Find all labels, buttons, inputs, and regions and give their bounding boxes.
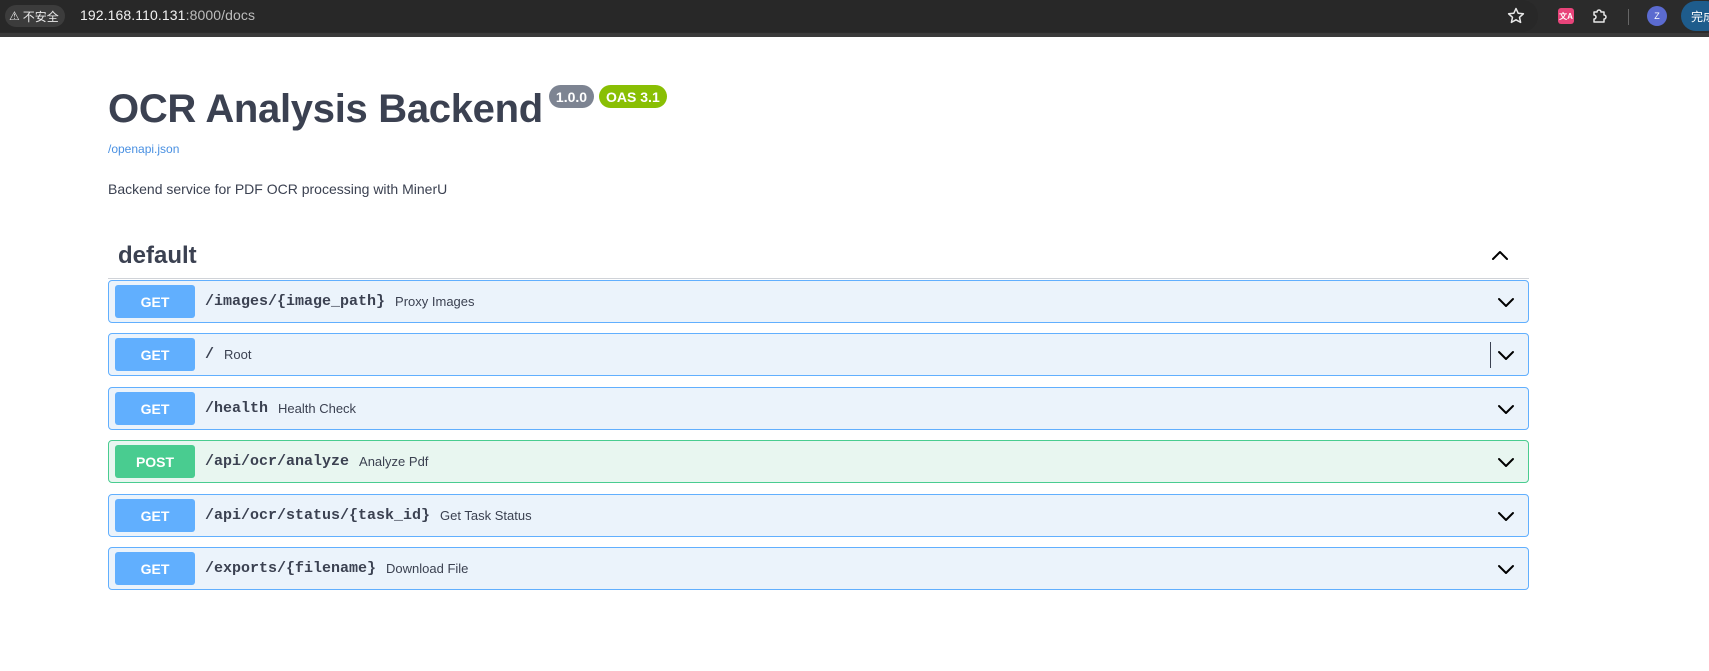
hover-divider (1490, 342, 1491, 368)
openapi-json-link[interactable]: /openapi.json (108, 142, 179, 156)
operation-path: /api/ocr/status/{task_id} (205, 507, 431, 524)
tag-title: default (118, 242, 197, 269)
method-badge: GET (115, 552, 195, 585)
operation-path: /api/ocr/analyze (205, 453, 350, 470)
operation-get-health[interactable]: GET /health Health Check (108, 387, 1529, 430)
operation-get-images[interactable]: GET /images/{image_path} Proxy Images (108, 280, 1529, 323)
chevron-up-icon[interactable] (1487, 243, 1513, 269)
security-indicator[interactable]: ⚠ 不安全 (5, 5, 65, 27)
operation-path: / (205, 346, 215, 363)
api-description: Backend service for PDF OCR processing w… (108, 181, 448, 197)
oas-badge: OAS 3.1 (599, 85, 667, 108)
method-badge: GET (115, 338, 195, 371)
url-path: :8000/docs (185, 7, 256, 23)
chevron-down-icon[interactable] (1494, 557, 1518, 581)
operation-path: /health (205, 400, 269, 417)
chevron-down-icon[interactable] (1494, 504, 1518, 528)
extensions-puzzle-icon[interactable] (1590, 6, 1610, 26)
toolbar-separator (1628, 9, 1629, 25)
operation-post-analyze[interactable]: POST /api/ocr/analyze Analyze Pdf (108, 440, 1529, 483)
translate-extension-icon[interactable]: 文A (1556, 6, 1576, 26)
operation-get-root[interactable]: GET / Root (108, 333, 1529, 376)
browser-toolbar: ⚠ 不安全 192.168.110.131:8000/docs 文A Z 完成 (0, 0, 1709, 37)
operation-summary: Get Task Status (440, 508, 532, 523)
info-header: OCR Analysis Backend 1.0.0 OAS 3.1 (108, 85, 667, 131)
bookmark-star-icon[interactable] (1506, 6, 1526, 26)
operation-get-status[interactable]: GET /api/ocr/status/{task_id} Get Task S… (108, 494, 1529, 537)
url-host: 192.168.110.131 (80, 7, 186, 23)
operation-summary: Analyze Pdf (359, 454, 429, 469)
warning-icon: ⚠ (9, 9, 20, 23)
operation-summary: Root (224, 347, 252, 362)
finish-button[interactable]: 完成 (1681, 1, 1709, 31)
method-badge: GET (115, 392, 195, 425)
operation-summary: Download File (386, 561, 469, 576)
address-bar[interactable]: ⚠ 不安全 192.168.110.131:8000/docs (0, 0, 1538, 32)
operation-summary: Proxy Images (395, 294, 475, 309)
profile-avatar[interactable]: Z (1647, 6, 1667, 26)
chevron-down-icon[interactable] (1494, 290, 1518, 314)
operation-path: /images/{image_path} (205, 293, 386, 310)
version-badge: 1.0.0 (548, 85, 595, 108)
operation-summary: Health Check (278, 401, 357, 416)
operation-get-exports[interactable]: GET /exports/{filename} Download File (108, 547, 1529, 590)
method-badge: POST (115, 445, 195, 478)
chevron-down-icon[interactable] (1494, 343, 1518, 367)
method-badge: GET (115, 499, 195, 532)
api-title: OCR Analysis Backend (108, 87, 543, 131)
security-label: 不安全 (22, 9, 59, 24)
url-text[interactable]: 192.168.110.131:8000/docs (80, 7, 255, 23)
chevron-down-icon[interactable] (1494, 397, 1518, 421)
method-badge: GET (115, 285, 195, 318)
tag-section-header[interactable]: default (108, 234, 1529, 279)
chevron-down-icon[interactable] (1494, 450, 1518, 474)
operation-path: /exports/{filename} (205, 560, 377, 577)
